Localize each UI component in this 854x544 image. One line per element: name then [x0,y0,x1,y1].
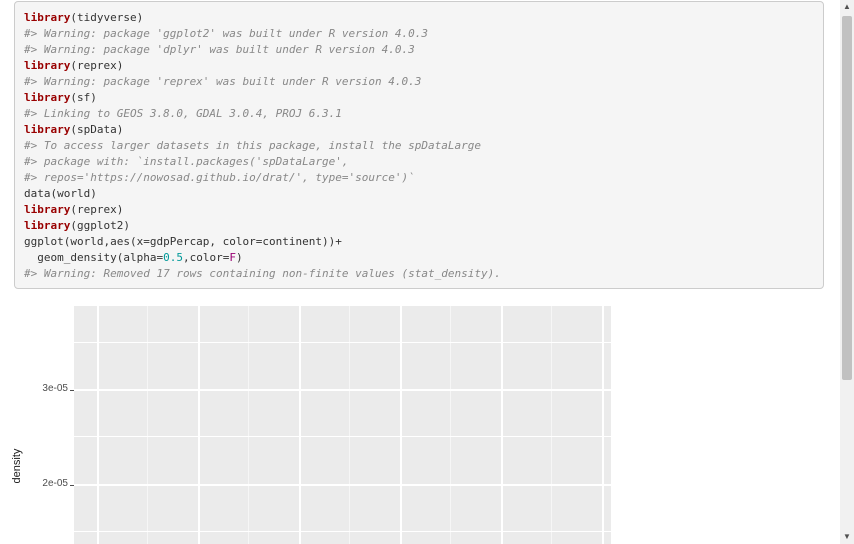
grid-line-horizontal [74,484,611,486]
code-token: #> To access larger datasets in this pac… [24,139,481,152]
code-line: #> Warning: Removed 17 rows containing n… [24,266,823,282]
code-token: (sf) [70,91,97,104]
code-token: ) [235,251,243,264]
code-line: #> Warning: package 'ggplot2' was built … [24,26,823,42]
code-line: #> Warning: package 'reprex' was built u… [24,74,823,90]
code-token: #> Warning: package 'dplyr' was built un… [24,43,415,56]
code-token: ggplot(world,aes(x=gdpPercap, color=cont… [24,235,342,248]
code-token: geom_density(alpha= [24,251,164,264]
page-scrollbar[interactable]: ▲ ▼ [840,0,854,544]
code-line: library(spData) [24,122,823,138]
code-token: 0.5 [163,251,183,264]
y-tick-label: 2e-05 [42,478,68,489]
scroll-up-arrow-icon[interactable]: ▲ [840,0,854,14]
plot-panel [74,306,611,544]
code-token: (reprex) [70,203,124,216]
code-token: library [24,91,71,104]
code-token: (tidyverse) [70,11,144,24]
grid-line-horizontal [74,531,611,532]
code-line: #> repos='https://nowosad.github.io/drat… [24,170,823,186]
code-token: library [24,11,71,24]
code-token: data(world) [24,187,97,200]
grid-line-horizontal [74,389,611,391]
code-token: #> Warning: package 'ggplot2' was built … [24,27,428,40]
code-token: (reprex) [70,59,124,72]
code-token: #> repos='https://nowosad.github.io/drat… [24,171,415,184]
code-block: library(tidyverse) #> Warning: package 'g… [14,1,824,289]
code-line: library(reprex) [24,58,823,74]
code-line: #> Linking to GEOS 3.8.0, GDAL 3.0.4, PR… [24,106,823,122]
code-token: library [24,59,71,72]
scrollbar-thumb[interactable] [842,16,852,380]
code-line: #> Warning: package 'dplyr' was built un… [24,42,823,58]
code-token: (ggplot2) [70,219,130,232]
code-line: library(sf) [24,90,823,106]
code-line: #> To access larger datasets in this pac… [24,138,823,154]
code-line: library(ggplot2) [24,218,823,234]
code-line: #> package with: `install.packages('spDa… [24,154,823,170]
code-line: geom_density(alpha=0.5,color=F) [24,250,823,266]
y-axis-label: density [11,448,23,484]
code-line: library(reprex) [24,202,823,218]
grid-line-horizontal [74,436,611,437]
code-token: #> Warning: Removed 17 rows containing n… [24,267,501,280]
code-token: F [229,251,236,264]
scroll-down-arrow-icon[interactable]: ▼ [840,530,854,544]
code-token: #> package with: `install.packages('spDa… [24,155,349,168]
code-token: (spData) [70,123,124,136]
y-tick-mark [70,390,74,391]
code-token: #> Linking to GEOS 3.8.0, GDAL 3.0.4, PR… [24,107,342,120]
code-line: ggplot(world,aes(x=gdpPercap, color=cont… [24,234,823,250]
code-line: data(world) [24,186,823,202]
y-tick-label: 3e-05 [42,383,68,394]
code-token: library [24,219,71,232]
code-line: library(tidyverse) [24,10,823,26]
code-token: library [24,203,71,216]
grid-line-horizontal [74,342,611,343]
code-token: #> Warning: package 'reprex' was built u… [24,75,422,88]
code-token: ,color= [182,251,230,264]
code-token: library [24,123,71,136]
y-tick-mark [70,485,74,486]
